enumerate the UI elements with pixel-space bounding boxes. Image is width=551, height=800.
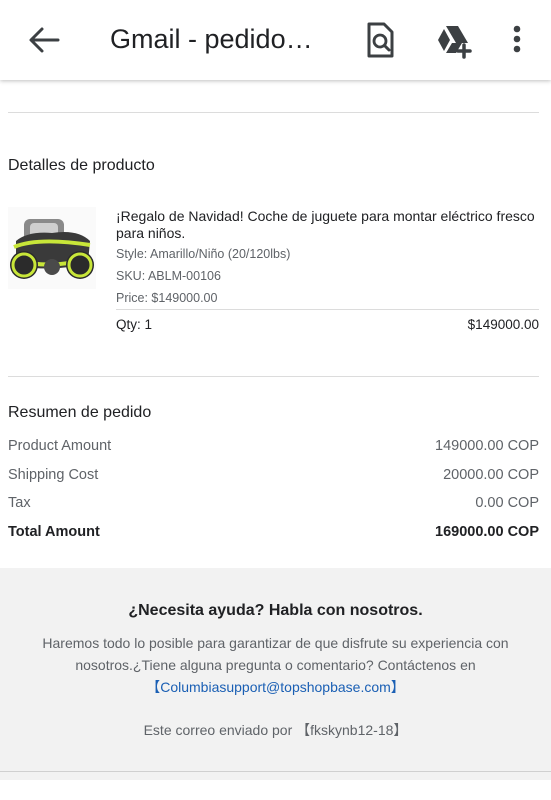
email-body: Detalles de producto ¡Regalo de Navidad!…	[0, 80, 551, 800]
more-vert-icon	[513, 25, 521, 53]
product-qty: Qty: 1	[116, 317, 153, 332]
summary-value-tax: 0.00 COP	[475, 495, 539, 511]
back-arrow-icon	[29, 27, 60, 53]
summary-label-tax: Tax	[8, 495, 31, 511]
help-title: ¿Necesita ayuda? Habla con nosotros.	[128, 602, 423, 619]
product-sku: SKU: ABLM-00106	[116, 269, 221, 283]
google-drive-add-icon	[438, 26, 472, 59]
summary-label-product-amount: Product Amount	[8, 438, 112, 454]
divider	[8, 112, 539, 113]
product-name: ¡Regalo de Navidad! Coche de juguete par…	[116, 208, 535, 241]
find-in-page-button[interactable]	[360, 20, 400, 60]
summary-value-product-amount: 149000.00 COP	[435, 438, 539, 454]
app-bar: Gmail - pedido…	[0, 0, 551, 80]
help-body: Haremos todo lo posible para garantizar …	[30, 632, 521, 698]
help-body-text: Haremos todo lo posible para garantizar …	[42, 635, 509, 673]
product-style: Style: Amarillo/Niño (20/120lbs)	[116, 247, 291, 261]
more-options-button[interactable]	[497, 20, 537, 60]
find-in-page-icon	[367, 22, 394, 58]
product-line-total: $149000.00	[467, 317, 539, 332]
summary-label-shipping-cost: Shipping Cost	[8, 467, 99, 483]
product-price: Price: $149000.00	[116, 291, 218, 305]
back-button[interactable]	[24, 22, 62, 58]
divider	[116, 309, 539, 310]
save-to-drive-button[interactable]	[434, 20, 474, 60]
summary-value-total-amount: 169000.00 COP	[435, 524, 539, 540]
help-section: ¿Necesita ayuda? Habla con nosotros. Har…	[0, 568, 551, 780]
page-title: Gmail - pedido…	[110, 24, 313, 54]
support-email-link[interactable]: 【Columbiasupport@topshopbase.com】	[146, 679, 405, 695]
summary-value-shipping-cost: 20000.00 COP	[443, 467, 539, 483]
product-image[interactable]	[8, 207, 96, 289]
summary-label-total-amount: Total Amount	[8, 524, 100, 540]
order-summary-title: Resumen de pedido	[8, 404, 152, 421]
sent-by-text: Este correo enviado por 【fkskynb12-18】	[143, 722, 408, 738]
divider	[0, 771, 551, 772]
product-section-title: Detalles de producto	[8, 157, 155, 174]
divider	[8, 376, 539, 377]
